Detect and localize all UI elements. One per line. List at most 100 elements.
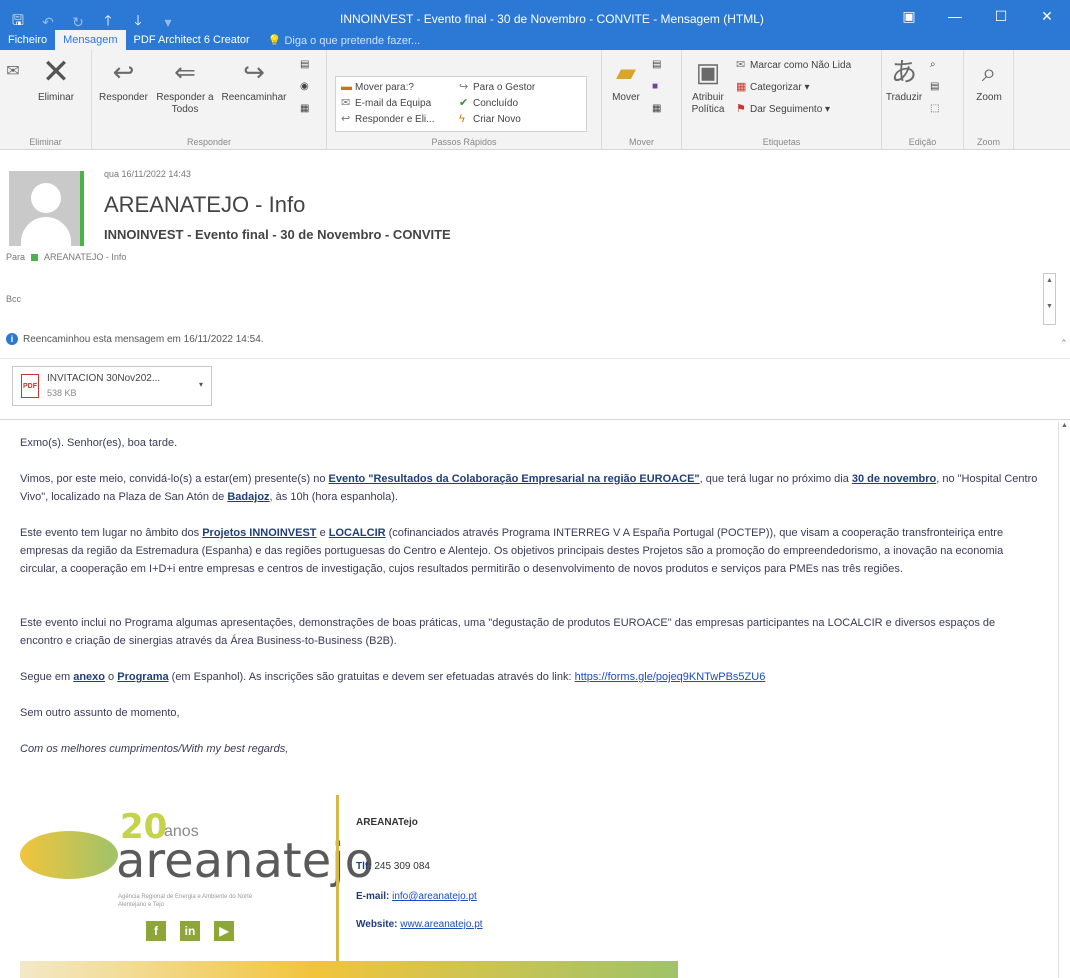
follow-up-button[interactable]: ⚑ Dar Seguimento ▾ — [736, 102, 830, 117]
message-subject: INNOINVEST - Evento final - 30 de Novemb… — [104, 227, 451, 242]
logo-subtitle: Agência Regional de Energia e Ambiente d… — [118, 894, 253, 908]
forwarded-text: Reencaminhou esta mensagem em 16/11/2022… — [23, 333, 264, 345]
signature-name: AREANATejo — [356, 817, 418, 828]
find-icon[interactable]: ⌕ — [930, 58, 936, 72]
quick-step-team-email[interactable]: ✉ E-mail da Equipa — [341, 96, 431, 111]
sender-name[interactable]: AREANATEJO - Info — [104, 192, 305, 218]
maximize-button[interactable]: ☐ — [978, 4, 1024, 28]
rules-icon[interactable]: ▤ — [652, 58, 661, 72]
check-icon: ✔ — [459, 97, 469, 109]
attachment-menu-icon[interactable]: ▾ — [199, 380, 203, 389]
youtube-icon[interactable]: ▶ — [214, 921, 234, 941]
reply-label: Responder — [99, 92, 148, 103]
text: (em Espanhol). As inscrições são gratuit… — [168, 671, 575, 683]
reply-all-button[interactable]: ⇐ Responder a Todos — [154, 56, 216, 116]
tell-me-text: Diga o que pretende fazer... — [284, 34, 421, 47]
annex-word: anexo — [73, 671, 105, 683]
social-links: f in ▶ — [146, 921, 234, 941]
zoom-button[interactable]: ⌕ Zoom — [968, 56, 1010, 104]
reply-button[interactable]: ↩ Responder — [96, 56, 151, 104]
forwarded-notice: i Reencaminhou esta mensagem em 16/11/20… — [6, 333, 264, 345]
group-label-etiquetas: Etiquetas — [762, 137, 801, 147]
forward-button[interactable]: ↪ Reencaminhar — [218, 56, 290, 104]
signature-banner — [20, 961, 678, 978]
text: Vimos, por este meio, convidá-lo(s) a es… — [20, 473, 329, 485]
ignore-button[interactable]: ✉ — [2, 56, 24, 92]
attachment-card[interactable]: PDF INVITACION 30Nov202... 538 KB ▾ — [12, 366, 212, 406]
lightning-icon: ϟ — [459, 113, 465, 125]
scroll-down-icon[interactable]: ▼ — [1044, 300, 1055, 313]
email-link[interactable]: info@areanatejo.pt — [392, 891, 477, 902]
envelope-icon: ✉ — [736, 59, 746, 71]
quick-step-reply-delete[interactable]: ↩ Responder e Eli... — [341, 112, 435, 127]
phone-label: Tlf: — [356, 861, 372, 872]
delete-button[interactable]: ✕ Eliminar — [26, 53, 86, 104]
ribbon-display-icon[interactable]: ▣ — [886, 4, 932, 28]
onenote-icon[interactable]: ■ — [652, 80, 658, 94]
registration-link[interactable]: https://forms.gle/pojeq9KNTwPBs5ZU6 — [575, 671, 766, 683]
tab-ficheiro[interactable]: Ficheiro — [0, 30, 55, 50]
website-link[interactable]: www.areanatejo.pt — [400, 919, 482, 930]
signature-email: E-mail: info@areanatejo.pt — [356, 891, 477, 902]
group-label-zoom: Zoom — [976, 137, 1000, 147]
scroll-up-icon[interactable]: ▲ — [1044, 274, 1055, 287]
phone-value: 245 309 084 — [374, 861, 430, 872]
categorize-button[interactable]: ▦ Categorizar ▾ — [736, 80, 810, 95]
pdf-icon: PDF — [21, 374, 39, 398]
scroll-up-icon[interactable]: ▲ — [1059, 422, 1070, 429]
related-icon[interactable]: ▤ — [930, 80, 939, 94]
group-label-eliminar: Eliminar — [29, 137, 62, 147]
message-body: Exmo(s). Senhor(es), boa tarde. Vimos, p… — [0, 419, 1070, 978]
group-label-passos: Passos Rápidos — [431, 137, 497, 147]
close-button[interactable]: ✕ — [1024, 4, 1070, 28]
more-respond-icon[interactable]: ▦ — [300, 102, 309, 116]
quick-step-done[interactable]: ✔ Concluído — [459, 96, 518, 111]
translate-button[interactable]: あ Traduzir — [884, 56, 924, 104]
move-button[interactable]: ▰ Mover — [606, 56, 646, 104]
collapse-header-icon[interactable]: ⌃ — [1060, 338, 1068, 349]
forward-icon: ↪ — [243, 57, 265, 87]
quick-step-label: Responder e Eli... — [355, 114, 435, 125]
move-folder-icon: ▰ — [616, 57, 636, 87]
paragraph-1: Vimos, por este meio, convidá-lo(s) a es… — [20, 470, 1040, 506]
actions-icon[interactable]: ▦ — [652, 102, 661, 116]
zoom-label: Zoom — [976, 92, 1002, 103]
group-responder: ↩ Responder ⇐ Responder a Todos ↪ Reencamin… — [92, 50, 327, 150]
tab-pdf-architect[interactable]: PDF Architect 6 Creator — [126, 30, 258, 50]
meeting-icon[interactable]: ▤ — [300, 58, 309, 72]
tab-mensagem[interactable]: Mensagem — [55, 30, 126, 50]
delete-x-icon: ✕ — [41, 53, 71, 91]
text: , que terá lugar no próximo dia — [699, 473, 852, 485]
quick-step-label: E-mail da Equipa — [355, 98, 432, 109]
event-city: Badajoz — [227, 491, 270, 503]
folder-icon: ▬ — [341, 81, 352, 93]
assign-policy-button[interactable]: ▣ Atribuir Política — [684, 56, 732, 116]
redo-icon[interactable]: ↻ — [66, 14, 90, 31]
select-icon[interactable]: ⬚ — [930, 102, 939, 116]
facebook-icon[interactable]: f — [146, 921, 166, 941]
undo-icon[interactable]: ↶ — [36, 14, 60, 31]
im-icon[interactable]: ◉ — [300, 80, 309, 94]
minimize-button[interactable]: — — [932, 4, 978, 28]
tell-me-search[interactable]: 💡 Diga o que pretende fazer... — [268, 34, 421, 47]
quick-step-move-to[interactable]: ▬ Mover para:? — [341, 80, 414, 95]
quick-step-create-new[interactable]: ϟ Criar Novo — [459, 112, 521, 127]
linkedin-icon[interactable]: in — [180, 921, 200, 941]
customize-toolbar-icon[interactable]: ▾ — [156, 14, 180, 31]
menu-tabs: Ficheiro Mensagem PDF Architect 6 Creato… — [0, 30, 420, 50]
group-label-responder: Responder — [186, 137, 232, 147]
quick-step-label: Concluído — [473, 98, 519, 109]
group-mover: ▰ Mover ▤ ■ ▦ Mover — [602, 50, 682, 150]
attachment-name: INVITACION 30Nov202... — [47, 373, 161, 384]
body-scrollbar[interactable]: ▲ — [1058, 422, 1070, 978]
quick-step-to-manager[interactable]: ↪ Para o Gestor — [459, 80, 535, 95]
mark-unread-button[interactable]: ✉ Marcar como Não Lida — [736, 58, 851, 73]
signature-phone: Tlf: 245 309 084 — [356, 861, 430, 872]
categorize-label: Categorizar — [750, 82, 802, 93]
paragraph-3: Este evento inclui no Programa algumas a… — [20, 617, 996, 647]
attachment-size: 538 KB — [47, 388, 77, 398]
header-scrollbar[interactable]: ▲ ▼ — [1043, 273, 1056, 325]
text: Este evento tem lugar no âmbito dos — [20, 527, 203, 539]
text: , às 10h (hora espanhola). — [269, 491, 398, 503]
to-recipient[interactable]: AREANATEJO - Info — [44, 252, 126, 262]
